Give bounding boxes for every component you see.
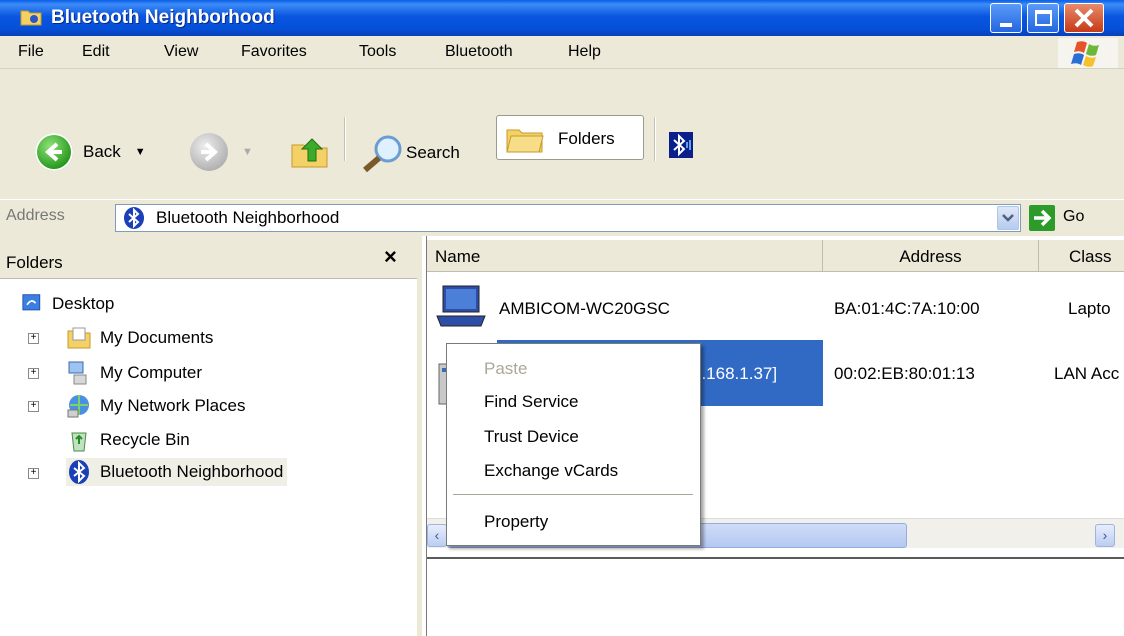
bluetooth-icon (673, 133, 691, 157)
search-label: Search (406, 143, 460, 162)
toolbar-separator-2 (654, 117, 656, 161)
address-label: Address (6, 207, 65, 224)
address-dropdown-button[interactable] (997, 206, 1019, 230)
tree-item-label: Recycle Bin (100, 430, 190, 449)
title-bar[interactable]: Bluetooth Neighborhood (0, 0, 1124, 36)
expand-icon[interactable]: + (28, 333, 39, 344)
column-header-address[interactable]: Address (823, 240, 1039, 272)
folders-button[interactable]: Folders (496, 115, 644, 160)
tree-item-label: Desktop (52, 294, 115, 313)
menu-item-find-service[interactable]: Find Service (484, 392, 578, 412)
bluetooth-tool-button[interactable] (669, 132, 693, 158)
forward-arrow-icon (190, 133, 228, 171)
menu-separator (453, 494, 693, 495)
column-header-class[interactable]: Class (1039, 240, 1124, 272)
back-dropdown-icon[interactable]: ▼ (135, 146, 146, 158)
device-address: BA:01:4C:7A:10:00 (834, 299, 980, 318)
laptop-icon (436, 285, 486, 327)
expand-icon[interactable]: + (28, 468, 39, 479)
folder-icon (67, 327, 91, 349)
address-input[interactable]: Bluetooth Neighborhood (115, 204, 1021, 232)
device-name: 2.168.1.37] (692, 364, 778, 383)
menu-file[interactable]: File (18, 43, 44, 61)
tree-item-my-computer[interactable]: My Computer (66, 359, 202, 387)
menu-item-exchange-vcards[interactable]: Exchange vCards (484, 461, 618, 481)
bluetooth-icon (124, 207, 144, 229)
tree-item-label: My Documents (100, 328, 214, 347)
scroll-right-button[interactable]: › (1095, 524, 1115, 547)
forward-dropdown-icon[interactable]: ▼ (242, 146, 253, 158)
scroll-left-button[interactable]: ‹ (427, 524, 447, 547)
go-button[interactable] (1029, 205, 1055, 231)
expand-icon[interactable]: + (28, 401, 39, 412)
tree-item-my-network-places[interactable]: My Network Places (66, 392, 245, 420)
expand-icon[interactable]: + (28, 368, 39, 379)
menu-item-trust-device[interactable]: Trust Device (484, 427, 579, 447)
tree-item-label: My Computer (100, 363, 203, 382)
minimize-button[interactable] (990, 3, 1022, 33)
search-button[interactable]: Search (360, 133, 460, 173)
list-header: Name Address Class (427, 240, 1124, 272)
details-panel (427, 557, 1124, 636)
tree-item-label: Bluetooth Neighborhood (100, 462, 284, 481)
bluetooth-icon (69, 460, 89, 484)
windows-flag-icon (1071, 41, 1099, 67)
folders-pane-header: Folders × (0, 236, 417, 279)
menu-view[interactable]: View (164, 43, 198, 61)
close-button[interactable] (1064, 3, 1104, 33)
column-header-name[interactable]: Name (427, 240, 823, 272)
folders-pane: Folders × Desktop + My Documents + My Co… (0, 236, 422, 636)
tree-item-recycle-bin[interactable]: Recycle Bin (66, 426, 190, 454)
menu-item-property[interactable]: Property (484, 512, 548, 532)
menu-tools[interactable]: Tools (359, 43, 396, 61)
device-name: AMBICOM-WC20GSC (499, 299, 670, 318)
folders-label: Folders (558, 129, 615, 148)
recycle-bin-icon (71, 432, 87, 452)
menu-help[interactable]: Help (568, 43, 601, 61)
folder-up-icon (291, 138, 328, 168)
address-value: Bluetooth Neighborhood (156, 208, 340, 227)
menu-edit[interactable]: Edit (82, 43, 110, 61)
menu-bluetooth[interactable]: Bluetooth (445, 43, 513, 61)
close-icon (1074, 8, 1094, 28)
device-class: LAN Acc (1054, 364, 1120, 383)
up-button[interactable] (290, 135, 330, 169)
search-icon (363, 135, 402, 173)
address-bar: Address Bluetooth Neighborhood Go (0, 199, 1124, 236)
menu-item-paste[interactable]: Paste (484, 359, 527, 379)
back-arrow-icon (35, 133, 73, 171)
desktop-icon (22, 294, 41, 311)
menu-bar: File Edit View Favorites Tools Bluetooth… (0, 36, 1124, 69)
go-label[interactable]: Go (1063, 208, 1084, 226)
maximize-button[interactable] (1027, 3, 1059, 33)
windows-logo (1058, 38, 1118, 68)
tree-item-bluetooth-neighborhood[interactable]: Bluetooth Neighborhood (66, 458, 288, 486)
window-title: Bluetooth Neighborhood (51, 7, 275, 28)
context-menu: Paste Find Service Trust Device Exchange… (446, 343, 701, 546)
folders-icon (506, 129, 544, 153)
folders-pane-title: Folders (6, 253, 63, 272)
menu-favorites[interactable]: Favorites (241, 43, 307, 61)
network-places-icon (67, 395, 89, 418)
close-pane-button[interactable]: × (384, 244, 397, 270)
device-class: Lapto (1068, 299, 1111, 318)
back-button[interactable]: Back ▼ (35, 133, 146, 171)
tree-item-label: My Network Places (100, 396, 246, 415)
go-arrow-icon (1034, 209, 1052, 227)
forward-button[interactable]: ▼ (190, 133, 253, 171)
bluetooth-folder-icon (20, 10, 42, 26)
tree-item-desktop[interactable]: Desktop (22, 290, 114, 318)
toolbar-separator (344, 117, 346, 161)
chevron-down-icon (1002, 214, 1014, 222)
toolbar: Back ▼ ▼ Search Folders (0, 69, 1124, 199)
tree-item-my-documents[interactable]: My Documents (66, 324, 213, 352)
computer-icon (68, 361, 87, 385)
back-label: Back (83, 142, 121, 161)
device-address: 00:02:EB:80:01:13 (834, 364, 975, 383)
